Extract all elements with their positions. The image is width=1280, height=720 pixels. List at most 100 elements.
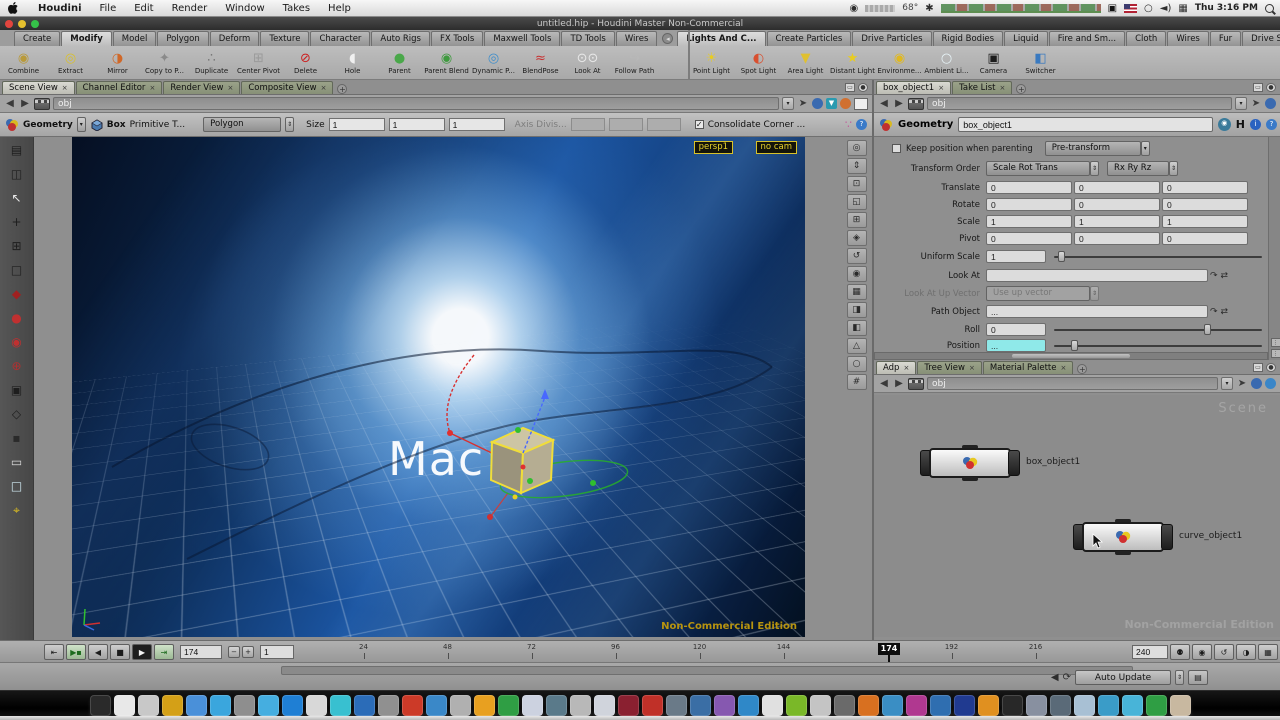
shelf-tab[interactable]: FX Tools — [431, 31, 483, 46]
close-icon[interactable]: × — [227, 84, 233, 92]
shelf-tab[interactable]: Drive Simula... — [1242, 31, 1280, 46]
shelf-tool[interactable]: ≈ BlendPose — [517, 46, 564, 79]
camera-name-tag[interactable]: persp1 — [694, 141, 733, 154]
shelf-tool[interactable]: ⊙⊙ Look At — [564, 46, 611, 79]
viewport-tool-icon[interactable]: ⊞ — [847, 212, 867, 228]
path-input[interactable]: obj — [53, 97, 779, 110]
close-icon[interactable]: × — [1000, 84, 1006, 92]
select-filter-icon[interactable]: ▼ — [826, 98, 837, 109]
menu-item[interactable]: Window — [216, 3, 273, 14]
dock-icon[interactable] — [690, 695, 711, 716]
primitive-mode-spinner[interactable]: ⇕ — [285, 117, 294, 132]
shelf-tool[interactable]: ◎ Extract — [47, 46, 94, 79]
link-icon[interactable] — [812, 98, 823, 109]
axis-div-y-field[interactable] — [609, 118, 643, 131]
pane-tab[interactable]: box_object1 × — [876, 81, 951, 94]
update-mode-dropdown[interactable]: Auto Update — [1075, 670, 1171, 685]
node-output-connector[interactable] — [962, 477, 978, 481]
shelf-tab[interactable]: Lights And C... — [677, 31, 765, 46]
dock-icon[interactable] — [666, 695, 687, 716]
nav-forward-icon[interactable]: ▶ — [893, 98, 905, 109]
shelf-tab[interactable]: Maxwell Tools — [484, 31, 560, 46]
shelf-tab[interactable]: Fur — [1210, 31, 1241, 46]
select-mode-icon[interactable] — [840, 98, 851, 109]
viewport-tool-icon[interactable]: ◱ — [847, 194, 867, 210]
shelf-tab[interactable]: Auto Rigs — [371, 31, 430, 46]
scale-x-field[interactable] — [986, 215, 1072, 228]
context-dropdown-icon[interactable]: ▾ — [77, 117, 86, 132]
dock-icon[interactable] — [1170, 695, 1191, 716]
jump-start-button[interactable]: ⇤ — [44, 644, 64, 660]
translate-x-field[interactable] — [986, 181, 1072, 194]
node-output-connector[interactable] — [1115, 551, 1131, 555]
dock-icon[interactable] — [1002, 695, 1023, 716]
pin-icon[interactable]: ➤ — [1250, 98, 1262, 109]
viewport-tool-icon[interactable]: + — [5, 212, 29, 233]
dock-icon[interactable] — [114, 695, 135, 716]
viewport-tool-icon[interactable]: ▤ — [5, 140, 29, 161]
viewport-tool-icon[interactable]: ⊕ — [5, 356, 29, 377]
node-chooser-icon[interactable]: ↷ — [1210, 271, 1218, 281]
help-icon[interactable]: ? — [1266, 119, 1277, 130]
frame-decrement-icon[interactable]: − — [228, 646, 240, 658]
shelf-tool[interactable]: ★ Distant Light — [829, 46, 876, 79]
roll-field[interactable] — [986, 323, 1046, 336]
rotate-y-field[interactable] — [1074, 198, 1160, 211]
nav-back-icon[interactable]: ◀ — [878, 378, 890, 389]
input-language-flag-icon[interactable] — [1124, 4, 1137, 13]
playbar-scroll-track[interactable] — [281, 666, 1133, 675]
shelf-tab[interactable]: Liquid — [1004, 31, 1048, 46]
dock-icon[interactable] — [858, 695, 879, 716]
pane-tab[interactable]: Adp × — [876, 361, 916, 374]
pane-tab[interactable]: Take List × — [952, 81, 1012, 94]
dock-icon[interactable] — [714, 695, 735, 716]
dock-icon[interactable] — [138, 695, 159, 716]
dock-icon[interactable] — [882, 695, 903, 716]
node-right-flags[interactable] — [1008, 450, 1020, 476]
shelf-tab[interactable]: Character — [310, 31, 370, 46]
shelf-tool[interactable]: ◉ Parent Blend — [423, 46, 470, 79]
dock-icon[interactable] — [1098, 695, 1119, 716]
pane-menu-icon[interactable]: ● — [858, 83, 868, 92]
pivot-x-field[interactable] — [986, 232, 1072, 245]
network-node-curve-object1[interactable]: curve_object1 — [1073, 522, 1173, 552]
viewport-tool-icon[interactable]: ⊞ — [5, 236, 29, 257]
node-body[interactable] — [929, 448, 1011, 478]
shelf-tool[interactable]: ◖ Hole — [329, 46, 376, 79]
shelf-tool[interactable]: ● Parent — [376, 46, 423, 79]
shelf-tool[interactable]: ◉ Combine — [0, 46, 47, 79]
size-z-field[interactable] — [449, 118, 505, 131]
pane-tab[interactable]: Channel Editor × — [76, 81, 163, 94]
shelf-tab[interactable]: Wires — [1167, 31, 1209, 46]
menu-clock[interactable]: Thu 3:16 PM — [1195, 3, 1258, 13]
viewport-tool-icon[interactable]: ▦ — [847, 284, 867, 300]
3d-viewport[interactable]: Mac — [72, 137, 805, 637]
node-right-flags[interactable] — [1161, 524, 1173, 550]
add-pane-tab-icon[interactable]: + — [1077, 364, 1087, 374]
dock-icon[interactable] — [570, 695, 591, 716]
close-icon[interactable]: × — [62, 84, 68, 92]
shelf-tool[interactable]: ∴ Duplicate — [188, 46, 235, 79]
close-icon[interactable]: × — [903, 364, 909, 372]
dock-icon[interactable] — [234, 695, 255, 716]
node-chooser-icon[interactable]: ↷ — [1210, 307, 1218, 317]
current-frame-marker[interactable]: 174 — [878, 643, 900, 655]
refresh-icon[interactable]: ⟳ — [1063, 672, 1071, 683]
pane-tab[interactable]: Render View × — [163, 81, 240, 94]
shelf-tab[interactable]: Polygon — [157, 31, 208, 46]
viewport-tool-icon[interactable]: ◨ — [847, 302, 867, 318]
dopesheet-icon[interactable]: ⚉ — [1170, 644, 1190, 660]
viewport-tool-icon[interactable]: ◎ — [847, 140, 867, 156]
rotate-order-dropdown[interactable]: Rx Ry Rz — [1107, 161, 1169, 176]
dock-icon[interactable] — [834, 695, 855, 716]
shelf-tab[interactable]: Create Particles — [767, 31, 852, 46]
shelf-tool[interactable]: ☀ Point Light — [688, 46, 735, 79]
shelf-tab[interactable]: Modify — [61, 31, 112, 46]
stock-ticker-widget[interactable] — [941, 4, 1101, 13]
translate-y-field[interactable] — [1074, 181, 1160, 194]
dock-icon[interactable] — [306, 695, 327, 716]
shelf-tool[interactable]: ◉ Environme... — [876, 46, 923, 79]
close-icon[interactable]: × — [149, 84, 155, 92]
dock-icon[interactable] — [786, 695, 807, 716]
atoms-icon[interactable]: ∵ — [845, 118, 852, 131]
